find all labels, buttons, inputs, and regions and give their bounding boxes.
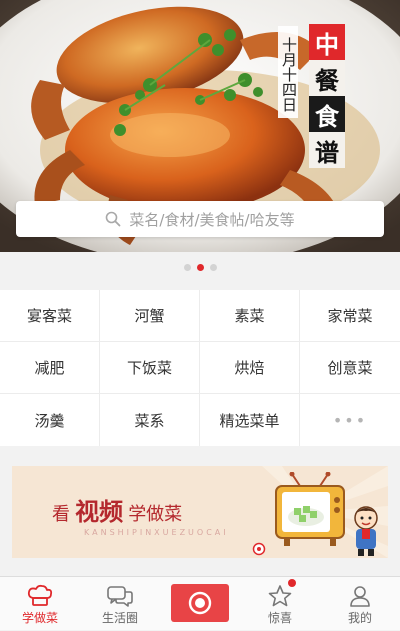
promo-prefix: 看 (52, 504, 70, 525)
video-promo-banner[interactable]: 看 视频 学做菜 KANSHIPINXUEZUOCAI (12, 466, 388, 558)
hero-banner[interactable]: 十月十四日 中 餐 食 谱 菜名/食材/美食帖/哈友等 (0, 0, 400, 252)
record-button[interactable] (171, 584, 229, 622)
category-banquet[interactable]: 宴客菜 (0, 290, 100, 342)
search-placeholder: 菜名/食材/美食帖/哈友等 (129, 210, 295, 229)
category-river-crab[interactable]: 河蟹 (100, 290, 200, 342)
hero-title-char: 食 (309, 96, 345, 132)
tab-label: 生活圈 (101, 611, 138, 625)
category-rice-dishes[interactable]: 下饭菜 (100, 342, 200, 394)
tab-mine[interactable]: 我的 (320, 577, 400, 631)
promo-headline: 看 视频 学做菜 (52, 492, 182, 527)
category-featured-menus[interactable]: 精选菜单 (200, 394, 300, 446)
tab-surprise[interactable]: 惊喜 (240, 577, 320, 631)
record-button-icon (188, 591, 212, 615)
chef-hat-icon (27, 584, 53, 606)
tab-life-circle[interactable]: 生活圈 (80, 577, 160, 631)
tab-record[interactable] (160, 577, 240, 631)
promo-pinyin: KANSHIPINXUEZUOCAI (84, 528, 229, 537)
category-cuisines[interactable]: 菜系 (100, 394, 200, 446)
tab-label: 惊喜 (267, 611, 292, 625)
hero-title: 中 餐 食 谱 (309, 24, 345, 168)
carousel-dot-active[interactable] (196, 263, 204, 271)
promo-suffix: 学做菜 (128, 504, 183, 525)
carousel-dot[interactable] (209, 263, 217, 271)
more-categories-button[interactable]: ••• (300, 394, 400, 446)
bottom-tab-bar: 学做菜 生活圈 惊喜 我的 (0, 576, 400, 630)
carousel-indicator (0, 252, 400, 282)
category-baking[interactable]: 烘焙 (200, 342, 300, 394)
hero-title-char: 谱 (309, 132, 345, 168)
carousel-dot[interactable] (183, 263, 191, 271)
category-creative[interactable]: 创意菜 (300, 342, 400, 394)
promo-highlight: 视频 (75, 497, 124, 526)
tab-label: 学做菜 (21, 611, 58, 625)
tv-icon (275, 472, 345, 546)
tab-learn-cooking[interactable]: 学做菜 (0, 577, 80, 631)
star-icon (268, 585, 292, 607)
tab-label: 我的 (347, 611, 372, 625)
search-bar[interactable]: 菜名/食材/美食帖/哈友等 (16, 201, 384, 237)
category-soup[interactable]: 汤羹 (0, 394, 100, 446)
search-icon (106, 211, 121, 227)
hero-date: 十月十四日 (278, 26, 298, 118)
chat-bubbles-icon (107, 586, 133, 607)
hero-title-char: 中 (309, 24, 345, 60)
category-home-style[interactable]: 家常菜 (300, 290, 400, 342)
hero-title-char: 餐 (309, 60, 345, 96)
cartoon-character-icon (354, 506, 378, 556)
category-grid: 宴客菜 河蟹 素菜 家常菜 减肥 下饭菜 烘焙 创意菜 汤羹 菜系 精选菜单 •… (0, 290, 400, 446)
category-vegetarian[interactable]: 素菜 (200, 290, 300, 342)
category-weight-loss[interactable]: 减肥 (0, 342, 100, 394)
notification-badge (288, 579, 296, 587)
location-pin-icon (252, 542, 266, 556)
user-icon (350, 586, 370, 607)
